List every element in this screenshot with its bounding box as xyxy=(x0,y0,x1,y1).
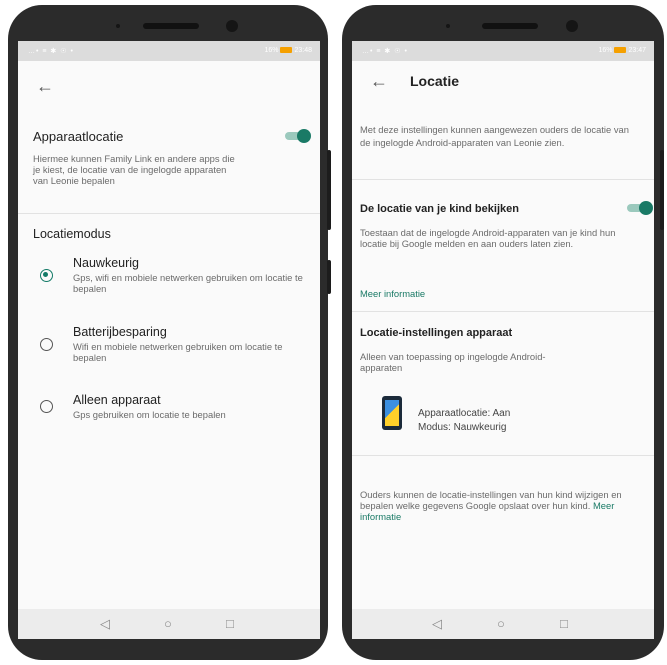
device-location-status: Apparaatlocatie: Aan xyxy=(418,408,511,419)
footer-text: Ouders kunnen de locatie-instellingen va… xyxy=(360,489,645,522)
radio-nauwkeurig[interactable] xyxy=(40,269,53,282)
right-screen: …• ≡ ✱ ☉ • 16% 23:47 ← Locatie Met deze i… xyxy=(352,41,654,639)
status-icons: …• ≡ ✱ ☉ • xyxy=(28,48,74,55)
option-title: Nauwkeurig xyxy=(73,256,140,270)
back-arrow-icon[interactable]: ← xyxy=(36,77,54,95)
speaker xyxy=(143,23,199,29)
device-mode-status: Modus: Nauwkeurig xyxy=(418,422,507,433)
nav-home-icon[interactable]: ○ xyxy=(497,617,505,631)
battery-icon xyxy=(614,47,627,54)
meer-informatie-link[interactable]: Meer informatie xyxy=(360,288,425,299)
nav-recents-icon[interactable]: □ xyxy=(226,617,234,631)
option-desc: Gps, wifi en mobiele netwerken gebruiken… xyxy=(73,272,303,294)
front-camera xyxy=(226,20,238,32)
status-bar: …• ≡ ✱ ☉ • 16% 23:48 xyxy=(18,41,320,61)
left-screen: …• ≡ ✱ ☉ • 16% 23:48 ← Apparaatlocatie Hi… xyxy=(18,41,320,639)
footer-body: Ouders kunnen de locatie-instellingen va… xyxy=(360,489,622,511)
battery-percent: 16% xyxy=(598,47,613,54)
radio-alleen-apparaat[interactable] xyxy=(40,400,53,413)
status-icons: …• ≡ ✱ ☉ • xyxy=(362,48,408,55)
navigation-bar: ◁ ○ □ xyxy=(18,609,320,639)
toggle-knob xyxy=(639,201,653,215)
left-phone: …• ≡ ✱ ☉ • 16% 23:48 ← Apparaatlocatie Hi… xyxy=(8,5,331,660)
kind-locatie-toggle[interactable] xyxy=(627,201,653,215)
back-arrow-icon[interactable]: ← xyxy=(370,72,388,90)
option-title: Batterijbesparing xyxy=(73,325,167,339)
sensor xyxy=(446,24,450,28)
right-phone: …• ≡ ✱ ☉ • 16% 23:47 ← Locatie Met deze i… xyxy=(342,5,664,660)
status-bar: …• ≡ ✱ ☉ • 16% 23:47 xyxy=(352,41,654,61)
clock: 23:48 xyxy=(294,47,312,54)
toggle-knob xyxy=(297,129,311,143)
instellingen-description: Alleen van toepassing op ingelogde Andro… xyxy=(360,351,546,373)
speaker xyxy=(482,23,538,29)
apparaatlocatie-description: Hiermee kunnen Family Link en andere app… xyxy=(33,153,235,186)
divider xyxy=(352,455,654,456)
status-right: 16% 23:47 xyxy=(598,47,646,54)
nav-home-icon[interactable]: ○ xyxy=(164,617,172,631)
nav-back-icon[interactable]: ◁ xyxy=(100,617,110,631)
side-button xyxy=(327,150,331,230)
front-camera xyxy=(566,20,578,32)
option-title: Alleen apparaat xyxy=(73,393,161,407)
divider xyxy=(352,311,654,312)
device-screen xyxy=(385,400,399,426)
divider xyxy=(352,179,654,180)
phone-device-icon xyxy=(382,396,402,430)
divider xyxy=(18,213,320,214)
option-desc: Wifi en mobiele netwerken gebruiken om l… xyxy=(73,341,283,363)
page-title: Locatie xyxy=(410,73,460,89)
side-button xyxy=(660,150,664,230)
battery-percent: 16% xyxy=(264,47,279,54)
nav-back-icon[interactable]: ◁ xyxy=(432,617,442,631)
kind-locatie-title: De locatie van je kind bekijken xyxy=(360,203,519,215)
sensor xyxy=(116,24,120,28)
intro-text: Met deze instellingen kunnen aangewezen … xyxy=(360,124,629,148)
apparaatlocatie-title: Apparaatlocatie xyxy=(33,129,124,144)
apparaatlocatie-toggle[interactable] xyxy=(285,129,311,143)
side-button xyxy=(327,260,331,294)
instellingen-title: Locatie-instellingen apparaat xyxy=(360,327,513,339)
battery-icon xyxy=(280,47,293,54)
radio-batterijbesparing[interactable] xyxy=(40,338,53,351)
locatiemodus-title: Locatiemodus xyxy=(33,227,111,241)
nav-recents-icon[interactable]: □ xyxy=(560,617,568,631)
option-desc: Gps gebruiken om locatie te bepalen xyxy=(73,409,226,420)
status-right: 16% 23:48 xyxy=(264,47,312,54)
navigation-bar: ◁ ○ □ xyxy=(352,609,654,639)
kind-locatie-description: Toestaan dat de ingelogde Android-appara… xyxy=(360,227,616,249)
clock: 23:47 xyxy=(628,47,646,54)
